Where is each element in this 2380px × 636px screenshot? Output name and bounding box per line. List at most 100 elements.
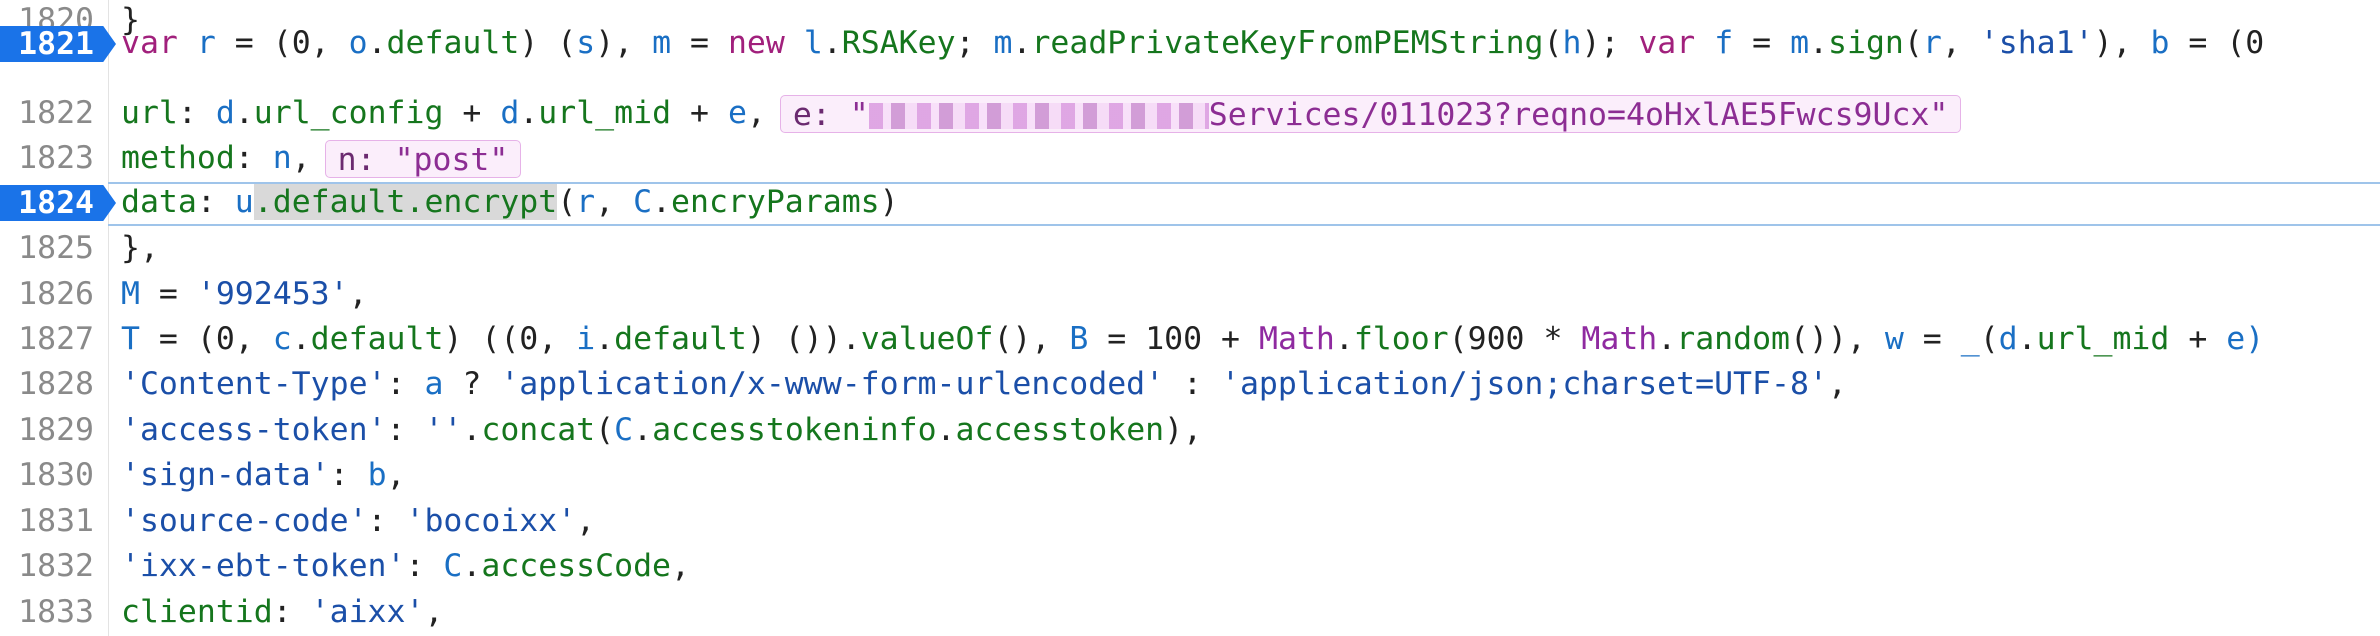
identifier: M <box>121 276 140 312</box>
line-code[interactable]: 'ixx-ebt-token': C.accessCode, <box>121 544 690 590</box>
identifier: r <box>196 25 216 61</box>
string-literal: 'application/x-www-form-urlencoded' <box>500 366 1165 402</box>
line-number[interactable]: 1831 <box>0 499 100 545</box>
code-token: ) ()). <box>746 321 861 357</box>
line-number[interactable]: 1829 <box>0 408 100 454</box>
identifier: n <box>272 140 292 176</box>
code-token: . <box>1012 25 1032 61</box>
code-line: 1821 var r = (0, o.default) (s), m = new… <box>0 21 2380 67</box>
identifier: r <box>1922 25 1942 61</box>
code-token: , <box>595 184 634 220</box>
property: floor <box>1353 321 1449 357</box>
inline-value-tooltip[interactable]: n: "post" <box>324 140 522 178</box>
keyword: var <box>121 25 178 61</box>
punctuation: }, <box>121 230 159 266</box>
property: default <box>310 321 444 357</box>
string-literal: 'source-code' <box>121 503 368 539</box>
code-token: = <box>139 276 197 312</box>
code-line: 1822 url: d.url_config + d.url_mid + e, e… <box>0 91 2380 137</box>
line-code[interactable]: 'access-token': ''.concat(C.accesstokeni… <box>121 408 1202 454</box>
code-token: ), <box>595 25 653 61</box>
code-token: ( <box>1979 321 1999 357</box>
string-literal: 'aixx' <box>310 594 425 630</box>
code-token: , <box>424 594 444 630</box>
code-token: ), <box>1164 412 1203 448</box>
code-token: = <box>1733 25 1791 61</box>
code-token: ( <box>1903 25 1923 61</box>
line-code[interactable]: 'source-code': 'bocoixx', <box>121 499 595 545</box>
inline-value-tooltip[interactable]: e: " Services/011023?reqno=4oHxlAE5Fwcs9U… <box>779 95 1962 133</box>
string-literal: 'access-token' <box>121 412 387 448</box>
code-line: 1827 T = (0, c.default) ((0, i.default) … <box>0 317 2380 363</box>
identifier: m <box>1790 25 1810 61</box>
line-code[interactable]: 'Content-Type': a ? 'application/x-www-f… <box>121 362 1847 408</box>
identifier: _ <box>1960 321 1980 357</box>
code-token: . <box>633 412 653 448</box>
property: encryParams <box>671 184 880 220</box>
string-literal: 'application/json;charset=UTF-8' <box>1221 366 1828 402</box>
identifier: C <box>633 184 653 220</box>
code-token: : <box>196 184 235 220</box>
line-number[interactable]: 1825 <box>0 226 100 272</box>
identifier: B <box>1069 321 1089 357</box>
line-number[interactable]: 1830 <box>0 453 100 499</box>
property: url_config <box>253 95 444 131</box>
code-token: = (0 <box>2169 25 2265 61</box>
code-token: ) <box>879 184 899 220</box>
line-code[interactable]: 'sign-data': b, <box>121 453 406 499</box>
identifier: a <box>424 366 444 402</box>
line-number[interactable]: 1826 <box>0 272 100 318</box>
property: random <box>1676 321 1791 357</box>
line-number[interactable]: 1828 <box>0 362 100 408</box>
code-token: : <box>272 594 311 630</box>
line-code[interactable]: clientid: 'aixx', <box>121 590 443 636</box>
code-token: ); <box>1581 25 1639 61</box>
code-token: + <box>443 95 501 131</box>
identifier: C <box>614 412 634 448</box>
code-token: ( <box>557 184 577 220</box>
line-code[interactable]: var r = (0, o.default) (s), m = new l.RS… <box>121 21 2264 67</box>
code-token: . <box>595 321 615 357</box>
string-literal: 'sha1' <box>1979 25 2094 61</box>
code-token: (), <box>993 321 1070 357</box>
code-token: , <box>746 95 766 131</box>
identifier: d <box>500 95 520 131</box>
line-code[interactable]: T = (0, c.default) ((0, i.default) ()).v… <box>121 317 2264 363</box>
line-code[interactable]: url: d.url_config + d.url_mid + e, e: " Se… <box>121 91 1962 137</box>
identifier: o <box>348 25 368 61</box>
property: default <box>614 321 747 357</box>
code-token: + <box>671 95 728 131</box>
property: readPrivateKeyFromPEMString <box>1031 25 1544 61</box>
line-number[interactable]: 1832 <box>0 544 100 590</box>
identifier: b <box>2150 25 2170 61</box>
code-token: . <box>1334 321 1354 357</box>
code-line: 1824 data: u.default.encrypt(r, C.encryP… <box>0 180 2380 226</box>
code-token: . <box>519 95 539 131</box>
code-token: . <box>1657 321 1677 357</box>
identifier: f <box>1714 25 1734 61</box>
line-number[interactable]: 1833 <box>0 590 100 636</box>
code-editor[interactable]: 1820 } 1821 var r = (0, o.default) (s), … <box>0 0 2380 636</box>
code-token: ( <box>1543 25 1563 61</box>
breakpoint-marker[interactable]: 1821 <box>0 26 116 62</box>
global-object: Math <box>1581 321 1658 357</box>
string-literal: 'ixx-ebt-token' <box>121 548 406 584</box>
line-code[interactable]: method: n, n: "post" <box>121 136 522 182</box>
code-token: , <box>386 457 406 493</box>
line-code[interactable]: M = '992453', <box>121 272 368 318</box>
line-code[interactable]: data: u.default.encrypt(r, C.encryParams… <box>121 180 899 226</box>
identifier: s <box>576 25 596 61</box>
breakpoint-marker[interactable]: 1824 <box>0 185 116 221</box>
code-token: = (0, <box>139 321 273 357</box>
code-token: = (0, <box>215 25 349 61</box>
code-token: . <box>2017 321 2037 357</box>
code-token: : <box>367 503 406 539</box>
global-object: Math <box>1258 321 1335 357</box>
line-number[interactable]: 1827 <box>0 317 100 363</box>
code-token: = <box>671 25 728 61</box>
line-code[interactable]: }, <box>121 226 159 272</box>
line-number[interactable]: 1822 <box>0 91 100 137</box>
code-token: : <box>386 366 425 402</box>
line-number[interactable]: 1823 <box>0 136 100 182</box>
